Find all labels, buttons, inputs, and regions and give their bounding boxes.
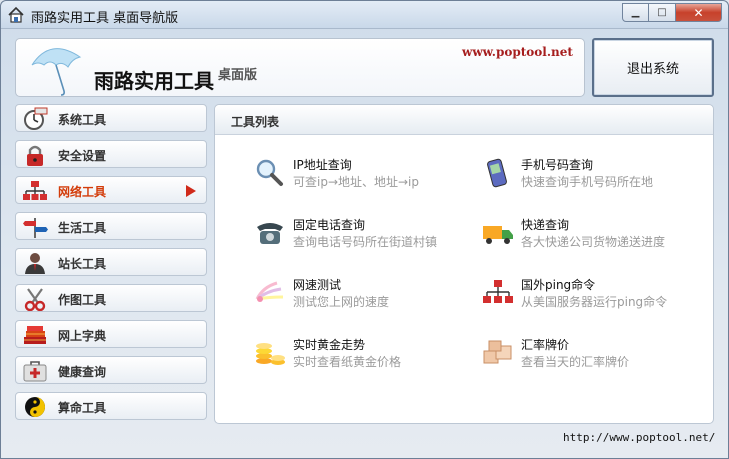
sidebar-item-webmaster-tools[interactable]: 站长工具 [15,248,207,276]
tool-description: 从美国服务器运行ping命令 [521,295,668,309]
speed-swirl-icon [255,281,284,302]
sidebar-item-drawing-tools[interactable]: 作图工具 [15,284,207,312]
lock-icon [27,145,43,166]
network-icon [23,181,47,200]
sidebar-item-label: 网上字典 [58,329,107,343]
title-bar[interactable]: 雨路实用工具 桌面导航版 ▁ □ ✕ [1,1,728,29]
sidebar-item-label: 安全设置 [58,149,107,163]
medkit-icon [23,361,47,382]
tool-foreign-ping[interactable]: 国外ping命令 从美国服务器运行ping命令 [481,275,711,311]
network-icon [483,280,513,303]
tool-list-panel: 工具列表 IP地址查询 可查ip→地址、地址→ip 手机号码查询 快速查询手机号… [214,104,714,424]
tool-list-header: 工具列表 [215,105,713,135]
window-controls: ▁ □ ✕ [622,3,722,22]
sidebar-item-label: 生活工具 [58,221,107,235]
sidebar-item-label: 站长工具 [58,257,107,271]
umbrella-icon [31,48,82,96]
brand-name: 雨路实用工具 [94,69,214,93]
yinyang-icon [25,397,45,417]
active-arrow-icon [186,185,196,197]
app-window: 雨路实用工具 桌面导航版 ▁ □ ✕ 雨路实用工具 桌面版 www.poptoo… [0,0,729,459]
header-banner: 雨路实用工具 桌面版 www.poptool.net [15,38,585,97]
tool-description: 快速查询手机号码所在地 [521,175,654,189]
minimize-icon: ▁ [631,7,640,18]
sidebar-item-health-query[interactable]: 健康查询 [15,356,207,384]
sidebar-item-label: 系统工具 [58,113,107,127]
sidebar-item-online-dictionary[interactable]: 网上字典 [15,320,207,348]
tool-description: 各大快递公司货物递送进度 [521,235,666,249]
sidebar-item-network-tools[interactable]: 网络工具 [15,176,207,204]
gold-coins-icon [256,343,285,365]
tool-list-title: 工具列表 [231,115,280,129]
tool-exchange-rate[interactable]: 汇率牌价 查看当天的汇率牌价 [481,335,711,371]
tool-name: 实时黄金走势 [293,338,366,352]
books-icon [24,326,46,344]
sidebar-item-security[interactable]: 安全设置 [15,140,207,168]
tool-description: 实时查看纸黄金价格 [293,355,402,369]
maximize-icon: □ [657,7,667,18]
house-icon [8,6,24,23]
tool-mobile-lookup[interactable]: 手机号码查询 快速查询手机号码所在地 [481,155,711,191]
sidebar-item-fortune-tools[interactable]: 算命工具 [15,392,207,420]
mobile-phone-icon [487,158,507,188]
tool-name: 手机号码查询 [521,158,594,172]
tool-description: 测试您上网的速度 [293,295,390,309]
magnifier-icon [256,159,283,186]
footer-website-link[interactable]: http://www.poptool.net/ [563,431,715,444]
truck-icon [483,226,513,244]
close-icon: ✕ [693,5,704,20]
tool-description: 查看当天的汇率牌价 [521,355,630,369]
signpost-icon [23,218,48,238]
sidebar-item-life-tools[interactable]: 生活工具 [15,212,207,240]
minimize-button[interactable]: ▁ [622,3,649,22]
website-url: www.poptool.net [462,45,573,59]
close-button[interactable]: ✕ [676,3,722,22]
tool-speed-test[interactable]: 网速测试 测试您上网的速度 [253,275,483,311]
tool-description: 查询电话号码所在街道村镇 [293,235,438,249]
tool-gold-price[interactable]: 实时黄金走势 实时查看纸黄金价格 [253,335,483,371]
tool-express-tracking[interactable]: 快递查询 各大快递公司货物递送进度 [481,215,711,251]
window-title: 雨路实用工具 桌面导航版 [31,11,179,26]
tool-name: 固定电话查询 [293,218,366,232]
sidebar-item-label: 健康查询 [58,365,107,379]
tool-landline-lookup[interactable]: 固定电话查询 查询电话号码所在街道村镇 [253,215,483,251]
exit-button[interactable]: 退出系统 [592,38,714,97]
webmaster-icon [25,253,45,274]
clock-icon [24,107,48,130]
sidebar-item-label: 算命工具 [58,401,107,415]
exchange-boxes-icon [483,340,512,364]
tool-name: 国外ping命令 [521,278,596,292]
tool-name: IP地址查询 [293,158,352,172]
sidebar-item-label: 作图工具 [58,293,107,307]
maximize-button[interactable]: □ [649,3,676,22]
scissors-icon [24,288,46,311]
edition-label: 桌面版 [218,68,258,83]
tool-name: 快递查询 [521,218,570,232]
telephone-icon [257,223,283,244]
sidebar-item-label: 网络工具 [58,185,107,199]
tool-name: 网速测试 [293,278,342,292]
sidebar-item-system-tools[interactable]: 系统工具 [15,104,207,132]
tool-ip-lookup[interactable]: IP地址查询 可查ip→地址、地址→ip [253,155,483,191]
sidebar: 系统工具 安全设置 网络工具 生活工具 站长工具 作图工具 网上字典 健康查询 … [15,104,207,428]
tool-description: 可查ip→地址、地址→ip [293,175,420,189]
tool-name: 汇率牌价 [521,338,570,352]
